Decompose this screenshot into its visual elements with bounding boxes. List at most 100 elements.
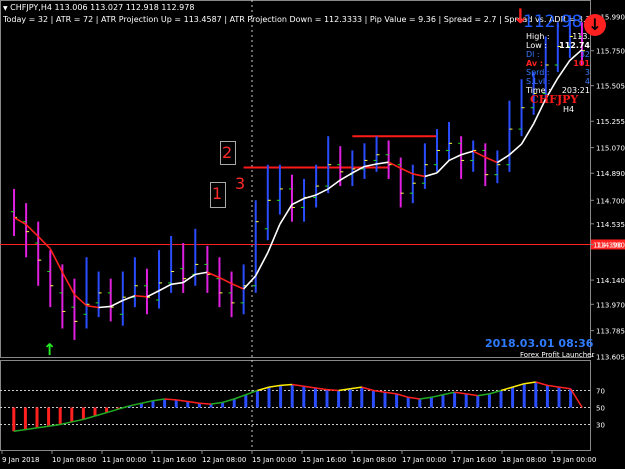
time-tick-label: 15 Jan 16:00 [302, 456, 346, 464]
time-tick-label: 18 Jan 08:00 [502, 456, 546, 464]
ma-segment [171, 281, 184, 286]
osc-line-segment [129, 402, 142, 407]
osc-line-segment [535, 381, 548, 387]
time-tick-label: 16 Jan 08:00 [352, 456, 396, 464]
price-tick-label: 113.970 [596, 301, 625, 309]
ma-segment [327, 179, 341, 190]
ma-segment [376, 161, 389, 165]
osc-line-segment [315, 387, 328, 391]
wave-label-3: 3 [235, 174, 246, 193]
ma-segment [460, 150, 474, 156]
ma-segment [134, 294, 148, 298]
price-tick-label: 114.700 [596, 197, 625, 205]
osc-line-segment [500, 386, 513, 392]
ma-segment [219, 276, 232, 285]
ma-segment [424, 172, 438, 178]
osc-line-segment [13, 428, 26, 433]
wave-label-2: 2 [222, 143, 233, 162]
price-tick-label: 114.390 [596, 241, 625, 249]
price-tick-label: 114.535 [596, 221, 625, 229]
ma-segment [254, 252, 269, 277]
info-row-dl: Dl :32 [526, 50, 590, 59]
osc-line-segment [152, 398, 165, 402]
osc-line-segment [442, 391, 455, 396]
ma-segment [303, 194, 317, 200]
oscillator-panel: 70 50 30 [0, 381, 605, 433]
timeframe-label: H4 [563, 105, 575, 114]
osc-tick-label: 30 [596, 422, 605, 430]
price-tick-label: 114.140 [596, 277, 625, 285]
osc-line-segment [396, 393, 409, 399]
price-tick-label: 113.785 [596, 328, 625, 336]
osc-line-segment [524, 381, 536, 385]
ma-segment [520, 123, 535, 145]
candle-series [11, 15, 585, 340]
indicator-bar: Today = 32 | ATR = 72 | ATR Projection U… [3, 15, 599, 24]
price-tick-label: 115.505 [596, 83, 625, 91]
info-row-av: Av :101 [526, 59, 590, 68]
info-panel: High :113. Low :112.74 Dl :32 Av :101 Sp… [526, 32, 590, 95]
ma-segment [400, 167, 414, 175]
osc-line-segment [199, 402, 212, 405]
today-value: Today = 32 [3, 15, 49, 24]
osc-line-segment [292, 383, 304, 387]
osc-line-segment [210, 401, 223, 405]
osc-line-segment [257, 386, 270, 392]
ma-segment [364, 163, 377, 168]
symbol-header: ▼ CHFJPY,H4 113.006 113.027 112.918 112.… [3, 3, 194, 12]
ma-segment [13, 216, 27, 226]
osc-line-segment [373, 389, 386, 393]
time-tick-label: 19 Jan 00:00 [552, 456, 596, 464]
ma-segment [484, 156, 498, 164]
red-arrow-icon: ↓ [512, 4, 529, 28]
osc-line-segment [361, 386, 374, 392]
osc-line-segment [489, 389, 502, 395]
price-tick-label: 113.605 [596, 353, 625, 361]
osc-line-segment [25, 427, 38, 431]
ma-segment [122, 294, 136, 302]
ma-segment [267, 223, 281, 253]
ma-segment [279, 204, 293, 225]
atr-value: ATR = 72 [55, 15, 94, 24]
osc-line-segment [454, 391, 467, 395]
time-tick-label: 10 Jan 08:00 [52, 456, 96, 464]
info-row-low: Low :112.74 [526, 41, 590, 50]
osc-line-segment [280, 383, 293, 387]
osc-line-segment [94, 411, 107, 417]
atr-up-value: ATR Projection Up = 113.4587 [100, 15, 222, 24]
ma-segment [207, 271, 220, 279]
osc-line-segment [569, 388, 583, 408]
osc-line-segment [187, 400, 200, 404]
ma-segment [412, 173, 426, 178]
osc-tick-label: 50 [596, 405, 605, 413]
ma-segment [291, 197, 305, 206]
osc-line-segment [419, 396, 432, 400]
big-price: 112.98 [523, 12, 583, 32]
time-tick-label: 17 Jan 00:00 [402, 456, 446, 464]
ma-segment [315, 188, 329, 196]
info-row-sprd: Sprd :3 [526, 68, 590, 77]
chart-grid [0, 0, 591, 451]
osc-line-segment [477, 393, 490, 397]
symbol-ohlc: CHFJPY,H4 113.006 113.027 112.918 112.97… [10, 3, 195, 12]
ma-segment [146, 290, 160, 298]
osc-line-segment [48, 423, 61, 427]
ma-segment [243, 275, 257, 290]
osc-line-segment [558, 386, 571, 390]
osc-line-segment [431, 394, 444, 399]
price-axis: 114.390115.990115.750115.505115.255115.0… [590, 14, 625, 361]
buy-arrow-icon: ↑ [43, 340, 57, 359]
osc-line-segment [384, 391, 397, 395]
osc-line-segment [326, 388, 339, 392]
brand-label: Forex Profit Launcher [520, 351, 595, 359]
info-row-high: High :113. [526, 32, 590, 41]
atr-down-value: ATR Projection Down = 112.3333 [229, 15, 363, 24]
ma-segment [496, 154, 510, 164]
osc-line-segment [83, 415, 96, 421]
ma-segment [37, 235, 51, 250]
ma-segment [195, 271, 208, 276]
time-tick-label: 11 Jan 16:00 [152, 456, 196, 464]
price-tick-label: 115.750 [596, 48, 625, 56]
osc-line-segment [222, 398, 235, 404]
osc-line-segment [176, 399, 188, 403]
